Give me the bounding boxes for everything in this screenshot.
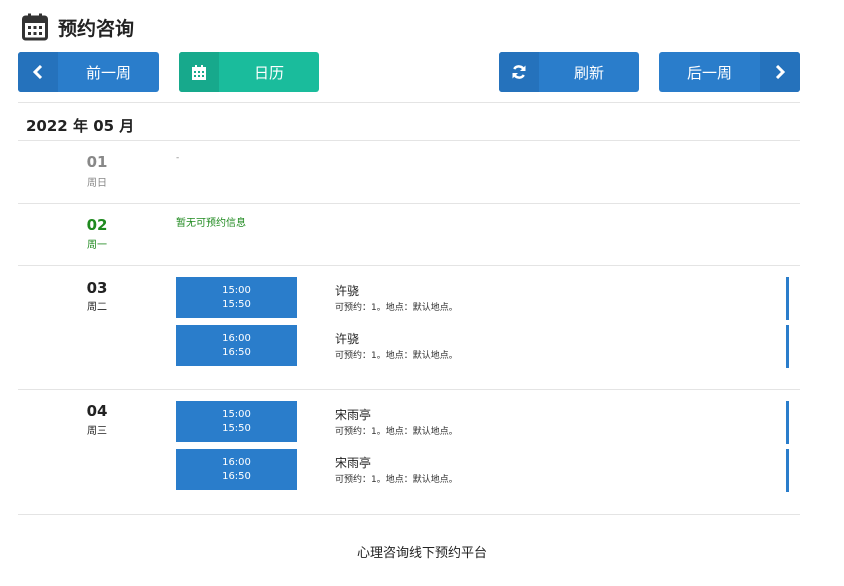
day-number: 01: [86, 153, 108, 171]
day-row: 01 周日 -: [18, 141, 800, 203]
counselor-name: 许骁: [335, 332, 360, 346]
refresh-icon: [499, 52, 539, 92]
prev-week-button[interactable]: 前一周: [18, 52, 159, 92]
refresh-label: 刷新: [573, 63, 604, 82]
slot-start: 16:00: [222, 456, 251, 468]
day-weekday: 周三: [87, 426, 107, 437]
slot-start: 16:00: [222, 332, 251, 344]
divider: [18, 102, 800, 103]
appointment-slot: 16:00 16:50 许骁 可预约：1。地点：默认地点。: [176, 325, 800, 368]
slot-start: 15:00: [222, 284, 251, 296]
day-weekday: 周二: [87, 302, 107, 313]
appointment-slot: 15:00 15:50 宋雨亭 可预约：1。地点：默认地点。: [176, 401, 800, 444]
caption: 心理咨询线下预约平台: [356, 546, 487, 561]
time-slot-button[interactable]: 16:00 16:50: [176, 449, 297, 490]
slot-end: 16:50: [222, 346, 251, 358]
prev-week-label: 前一周: [85, 63, 131, 82]
day-row: 04 周三 15:00 15:50 宋雨亭 可预约：1。地点：默认地点。 16:…: [18, 390, 800, 514]
page-header: 预约咨询: [22, 12, 134, 42]
refresh-button[interactable]: 刷新: [499, 52, 639, 92]
no-info-text: 暂无可预约信息: [176, 218, 246, 229]
day-number: 04: [86, 402, 108, 420]
calendar-label: 日历: [253, 63, 284, 82]
time-slot-button[interactable]: 15:00 15:50: [176, 277, 297, 318]
slot-start: 15:00: [222, 408, 251, 420]
chevron-right-icon: [760, 52, 800, 92]
slot-info: 可预约：1。地点：默认地点。: [335, 427, 458, 437]
day-weekday: 周日: [87, 178, 107, 189]
day-weekday: 周一: [87, 240, 107, 251]
slot-indicator: [786, 325, 789, 368]
slot-end: 16:50: [222, 470, 251, 482]
day-row: 02 周一 暂无可预约信息: [18, 204, 800, 266]
counselor-name: 宋雨亭: [335, 456, 372, 470]
slot-info: 可预约：1。地点：默认地点。: [335, 303, 458, 313]
day-number: 03: [86, 279, 108, 297]
page-title: 预约咨询: [58, 17, 135, 40]
appointment-slot: 16:00 16:50 宋雨亭 可预约：1。地点：默认地点。: [176, 449, 800, 492]
chevron-left-icon: [18, 52, 58, 92]
day-number: 02: [86, 216, 108, 234]
divider: [18, 514, 800, 515]
time-slot-button[interactable]: 16:00 16:50: [176, 325, 297, 366]
calendar-icon: [179, 52, 219, 92]
counselor-name: 宋雨亭: [335, 408, 372, 422]
slot-indicator: [786, 277, 789, 320]
appointment-slot: 15:00 15:50 许骁 可预约：1。地点：默认地点。: [176, 277, 800, 320]
slot-indicator: [786, 401, 789, 444]
calendar-icon: [22, 13, 48, 41]
slot-end: 15:50: [222, 422, 251, 434]
slot-end: 15:50: [222, 298, 251, 310]
slot-indicator: [786, 449, 789, 492]
next-week-button[interactable]: 后一周: [659, 52, 800, 92]
day-note: -: [176, 153, 180, 163]
day-row: 03 周二 15:00 15:50 许骁 可预约：1。地点：默认地点。 16:0…: [18, 266, 800, 390]
counselor-name: 许骁: [335, 284, 360, 298]
calendar-button[interactable]: 日历: [179, 52, 319, 92]
month-label: 2022 年 05 月: [26, 117, 135, 135]
slot-info: 可预约：1。地点：默认地点。: [335, 475, 458, 485]
time-slot-button[interactable]: 15:00 15:50: [176, 401, 297, 442]
slot-info: 可预约：1。地点：默认地点。: [335, 351, 458, 361]
next-week-label: 后一周: [686, 63, 732, 82]
